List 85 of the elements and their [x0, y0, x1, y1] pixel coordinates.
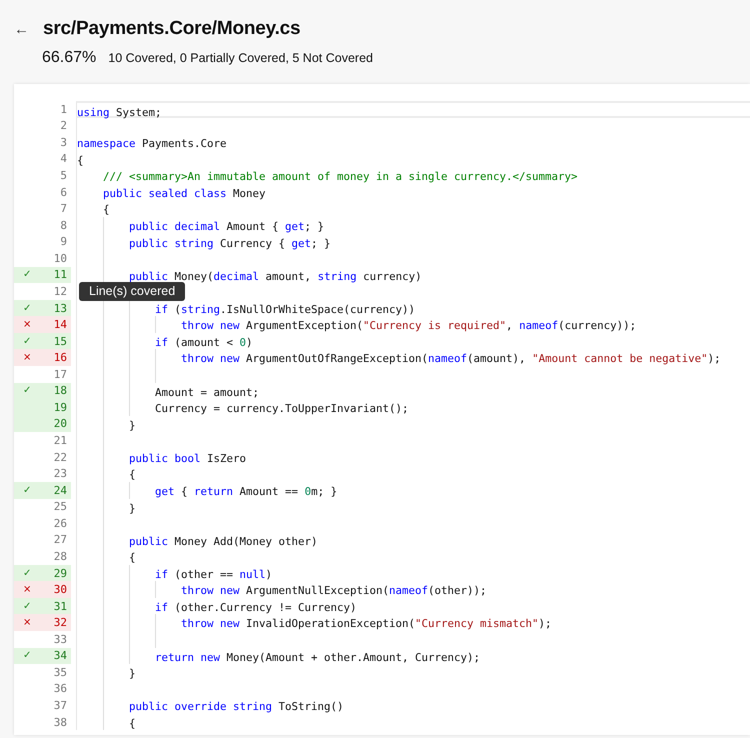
line-number: 2: [59, 119, 67, 132]
check-icon: ✓: [23, 568, 35, 579]
code-line: {: [128, 467, 136, 484]
line-number: 20: [52, 417, 67, 430]
code-line: }: [128, 666, 136, 682]
code-line: return new Money(Amount + other.Amount, Currency);: [154, 650, 480, 666]
code-line: get { return Amount == 0m; }: [154, 484, 338, 500]
check-icon: ✓: [23, 650, 35, 662]
code-line: public sealed class Money: [102, 186, 266, 202]
line-number: 3: [59, 136, 67, 149]
code-line: public string Currency { get; }: [128, 236, 331, 252]
line-number: 6: [59, 186, 67, 199]
line-number: 26: [52, 516, 67, 530]
code-line: if (other == null): [154, 566, 272, 583]
code-line: Currency = currency.ToUpperInvariant();: [154, 401, 409, 418]
code-line: throw new ArgumentOutOfRangeException(nameof(amount), "Amount cannot be negative");: [180, 351, 721, 368]
line-number: 32: [52, 616, 67, 630]
check-icon: ✓: [23, 336, 35, 347]
line-number: 14: [52, 318, 67, 332]
file-title: src/Payments.Core/Money.cs: [43, 18, 300, 40]
check-icon: ✓: [23, 484, 35, 496]
line-number: 35: [52, 666, 67, 679]
line-number: 28: [52, 550, 67, 563]
line-number: 18: [52, 384, 67, 398]
line-number: 37: [52, 699, 67, 712]
line-number: 33: [52, 632, 67, 646]
line-number: 29: [52, 566, 67, 580]
line-number: 4: [59, 152, 67, 166]
code-line: {: [77, 152, 84, 169]
code-line: throw new InvalidOperationException("Currency mismatch");: [180, 616, 552, 632]
line-number: 19: [52, 400, 67, 414]
line-number: 21: [52, 434, 67, 448]
line-number: 12: [52, 284, 67, 298]
tooltip: Line(s) covered: [79, 282, 186, 302]
cross-icon: ×: [23, 352, 35, 364]
line-number: 30: [52, 583, 67, 596]
back-button[interactable]: ←: [14, 22, 29, 36]
line-number: 31: [52, 600, 67, 613]
cross-icon: ×: [23, 584, 35, 596]
code-line: }: [128, 418, 136, 434]
line-number: 27: [52, 533, 67, 546]
code-line: if (other.Currency != Currency): [154, 600, 357, 616]
line-number: 22: [52, 450, 67, 464]
line-number: 38: [52, 716, 67, 729]
line-number: 16: [52, 351, 67, 364]
check-icon: ✓: [23, 600, 35, 612]
code-line: {: [102, 202, 110, 218]
code-line: public decimal Amount { get; }: [128, 218, 324, 235]
code-line: {: [128, 716, 136, 732]
check-icon: ✓: [23, 302, 35, 314]
check-icon: ✓: [23, 269, 35, 280]
code-line: if (string.IsNullOrWhiteSpace(currency)): [154, 302, 416, 318]
code-line: public bool IsZero: [128, 450, 246, 467]
code-line: }: [128, 500, 136, 516]
code-line: throw new ArgumentException("Currency is required", nameof(currency));: [180, 318, 636, 334]
code-line: /// <summary>An immutable amount of money in a single currency.</summary>: [102, 169, 578, 186]
code-line: {: [128, 550, 136, 566]
code-line: using System;: [77, 105, 162, 121]
cross-icon: ×: [23, 617, 35, 628]
code-line: namespace Payments.Core: [77, 136, 227, 152]
line-number: 10: [52, 252, 67, 265]
line-number: 17: [52, 368, 67, 381]
code-line: Amount = amount;: [154, 384, 260, 401]
line-number: 8: [59, 218, 67, 232]
code-line: throw new ArgumentNullException(nameof(other));: [180, 583, 487, 600]
code-line: if (amount < 0): [154, 334, 253, 351]
code-line: public Money(decimal amount, string currency): [128, 268, 422, 285]
code-line: public override string ToString(): [128, 699, 344, 716]
code-line: public Money Add(Money other): [128, 534, 318, 550]
line-number: 5: [59, 169, 67, 182]
line-number: 1: [59, 102, 67, 116]
line-number: 9: [59, 235, 67, 248]
coverage-percent: 66.67%: [42, 49, 96, 67]
line-number: 7: [59, 202, 67, 216]
line-number: 13: [52, 302, 67, 315]
line-number: 15: [52, 334, 67, 348]
line-number: 24: [52, 484, 67, 497]
coverage-summary: 10 Covered, 0 Partially Covered, 5 Not Covered: [108, 51, 373, 65]
cross-icon: ×: [23, 319, 35, 330]
line-number: 23: [52, 467, 67, 480]
line-number: 11: [52, 268, 67, 282]
line-number: 36: [52, 682, 67, 696]
check-icon: ✓: [23, 385, 35, 396]
line-number: 25: [52, 500, 67, 514]
line-number: 34: [52, 649, 67, 662]
